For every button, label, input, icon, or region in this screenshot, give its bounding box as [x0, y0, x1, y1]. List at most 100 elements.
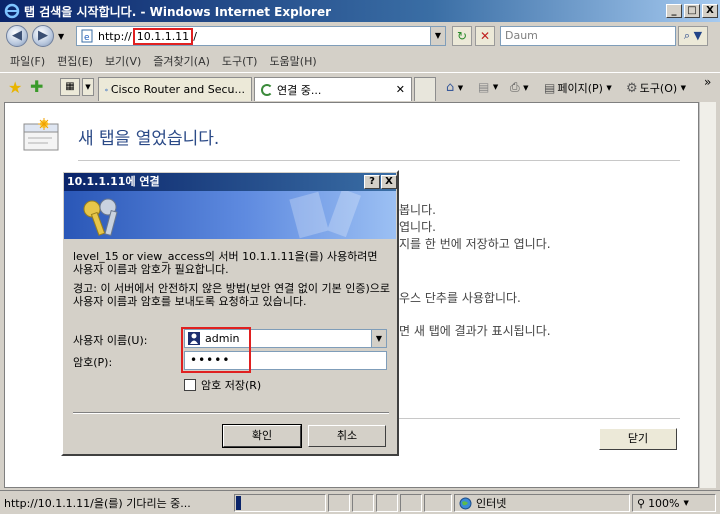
- favorites-star-icon[interactable]: ★: [8, 78, 22, 97]
- address-input[interactable]: e http:// 10.1.1.11 / ▼: [76, 26, 446, 46]
- close-button[interactable]: 닫기: [599, 428, 677, 450]
- close-tab-icon[interactable]: ✕: [396, 83, 405, 96]
- dialog-banner: [64, 191, 396, 239]
- menu-bar: 파일(F) 편집(E) 보기(V) 즐겨찾기(A) 도구(T) 도움말(H): [0, 50, 720, 72]
- zoom-icon: ⚲: [637, 496, 646, 510]
- vertical-scrollbar[interactable]: [699, 102, 716, 488]
- tab-label: 연결 중...: [277, 83, 322, 97]
- address-dropdown-icon[interactable]: ▼: [430, 27, 445, 45]
- quick-tabs-icon[interactable]: ▦: [60, 78, 80, 96]
- print-button[interactable]: ⎙ ▼: [510, 80, 529, 95]
- gear-icon: ⚙: [626, 80, 638, 96]
- status-bar: http://10.1.1.11/을(를) 기다리는 중... 인터넷 ⚲ 10…: [0, 490, 720, 514]
- page-menu-label: 페이지(P): [557, 82, 603, 95]
- username-value: admin: [205, 332, 240, 345]
- close-window-button[interactable]: X: [702, 4, 718, 18]
- dialog-close-button[interactable]: X: [381, 175, 397, 189]
- minimize-button[interactable]: _: [666, 4, 682, 18]
- ok-button[interactable]: 확인: [222, 424, 302, 448]
- password-label: 암호(P):: [73, 356, 113, 369]
- menu-edit[interactable]: 편집(E): [57, 53, 93, 69]
- history-dropdown-icon[interactable]: ▼: [58, 32, 64, 41]
- svg-text:e: e: [84, 33, 90, 43]
- username-label: 사용자 이름(U):: [73, 334, 148, 347]
- window-title: 탭 검색을 시작합니다. - Windows Internet Explorer: [24, 4, 331, 19]
- status-segment: [328, 494, 350, 512]
- menu-file[interactable]: 파일(F): [10, 53, 45, 69]
- loading-spinner-icon: [261, 83, 273, 96]
- username-field[interactable]: admin ▼: [184, 329, 387, 348]
- toolbar-overflow-chevron[interactable]: »: [704, 75, 711, 89]
- menu-help[interactable]: 도움말(H): [269, 53, 316, 69]
- zone-label: 인터넷: [476, 497, 507, 510]
- search-icon: ⌕: [683, 29, 691, 42]
- search-input[interactable]: Daum: [500, 26, 676, 46]
- page-menu-icon: ▤: [544, 81, 556, 95]
- new-tab-icon: [23, 118, 59, 151]
- menu-tools[interactable]: 도구(T): [222, 53, 258, 69]
- remember-password[interactable]: 암호 저장(R): [184, 377, 261, 393]
- menu-view[interactable]: 보기(V): [105, 53, 141, 69]
- security-zone[interactable]: 인터넷: [454, 494, 630, 512]
- home-icon: ⌂: [446, 80, 455, 95]
- remember-password-label: 암호 저장(R): [201, 379, 262, 392]
- dialog-titlebar: 10.1.1.11에 연결 ? X: [64, 173, 397, 191]
- bg-text-line: 봅니다.: [399, 203, 436, 217]
- stop-icon: ✕: [479, 29, 491, 43]
- bg-text-line: 지를 한 번에 저장하고 엽니다.: [399, 237, 551, 251]
- forward-arrow-icon: ▶: [38, 28, 48, 43]
- tab-cisco[interactable]: Cisco Router and Secu...: [98, 77, 252, 101]
- new-tab-heading: 새 탭을 열었습니다.: [78, 129, 220, 149]
- feeds-button[interactable]: ▤ ▼: [478, 80, 498, 94]
- status-segment: [424, 494, 452, 512]
- maximize-button[interactable]: □: [684, 4, 700, 18]
- username-dropdown-icon[interactable]: ▼: [371, 330, 386, 347]
- menu-favorites[interactable]: 즐겨찾기(A): [153, 53, 210, 69]
- zoom-control[interactable]: ⚲ 100% ▼: [632, 494, 716, 512]
- dialog-title: 10.1.1.11에 연결: [67, 175, 160, 188]
- cancel-button[interactable]: 취소: [308, 425, 386, 447]
- progress-fill: [236, 496, 241, 510]
- zoom-dropdown-icon: ▼: [683, 499, 689, 507]
- tools-menu[interactable]: ⚙ 도구(O) ▼: [626, 80, 686, 96]
- user-icon: [188, 332, 200, 345]
- home-button[interactable]: ⌂ ▼: [446, 80, 463, 95]
- refresh-icon: ↻: [456, 29, 468, 43]
- ie-logo-icon: [4, 3, 20, 19]
- tab-label: Cisco Router and Secu...: [110, 83, 245, 96]
- add-favorite-icon[interactable]: ✚: [30, 77, 43, 96]
- remember-password-checkbox[interactable]: [184, 379, 196, 391]
- password-field[interactable]: •••••: [184, 351, 387, 370]
- bg-text-line: 우스 단추를 사용합니다.: [399, 291, 521, 305]
- url-prefix: http://: [98, 29, 132, 43]
- help-button[interactable]: ?: [364, 175, 380, 189]
- globe-icon: [459, 497, 472, 509]
- refresh-button[interactable]: ↻: [452, 26, 472, 46]
- printer-icon: ⎙: [510, 80, 520, 94]
- dialog-divider: [73, 412, 389, 414]
- rss-feed-icon: ▤: [478, 80, 490, 94]
- zoom-level: 100%: [648, 496, 680, 510]
- status-segment: [400, 494, 422, 512]
- search-button[interactable]: ⌕ ▼: [678, 26, 708, 46]
- status-segment: [352, 494, 374, 512]
- bg-text-line: 엽니다.: [399, 220, 436, 234]
- back-arrow-icon: ◀: [12, 28, 22, 43]
- divider: [78, 160, 680, 161]
- tab-connecting[interactable]: 연결 중... ✕: [254, 77, 412, 101]
- dialog-warning: 경고: 이 서버에서 안전하지 않은 방법(보안 연결 없이 기본 인증)으로 …: [73, 282, 390, 308]
- stop-button[interactable]: ✕: [475, 26, 495, 46]
- back-button[interactable]: ◀: [6, 25, 28, 47]
- window-titlebar: 탭 검색을 시작합니다. - Windows Internet Explorer…: [0, 0, 720, 22]
- tab-list-dropdown-icon[interactable]: ▼: [82, 78, 94, 96]
- url-suffix: /: [193, 29, 197, 43]
- keys-icon: [83, 191, 361, 239]
- url-host-highlight: 10.1.1.11: [132, 27, 194, 45]
- forward-button[interactable]: ▶: [32, 25, 54, 47]
- new-tab-button[interactable]: [414, 77, 436, 101]
- page-menu[interactable]: ▤ 페이지(P) ▼: [544, 80, 612, 96]
- address-toolbar: ◀ ▶ ▼ e http:// 10.1.1.11 / ▼ ↻ ✕ Daum ⌕…: [0, 22, 720, 50]
- tab-command-bar: ★ ✚ ▦ ▼ Cisco Router and Secu... 연결 중...…: [0, 72, 720, 102]
- status-segment: [376, 494, 398, 512]
- login-dialog: 10.1.1.11에 연결 ? X level_15 or view_acces…: [61, 170, 399, 456]
